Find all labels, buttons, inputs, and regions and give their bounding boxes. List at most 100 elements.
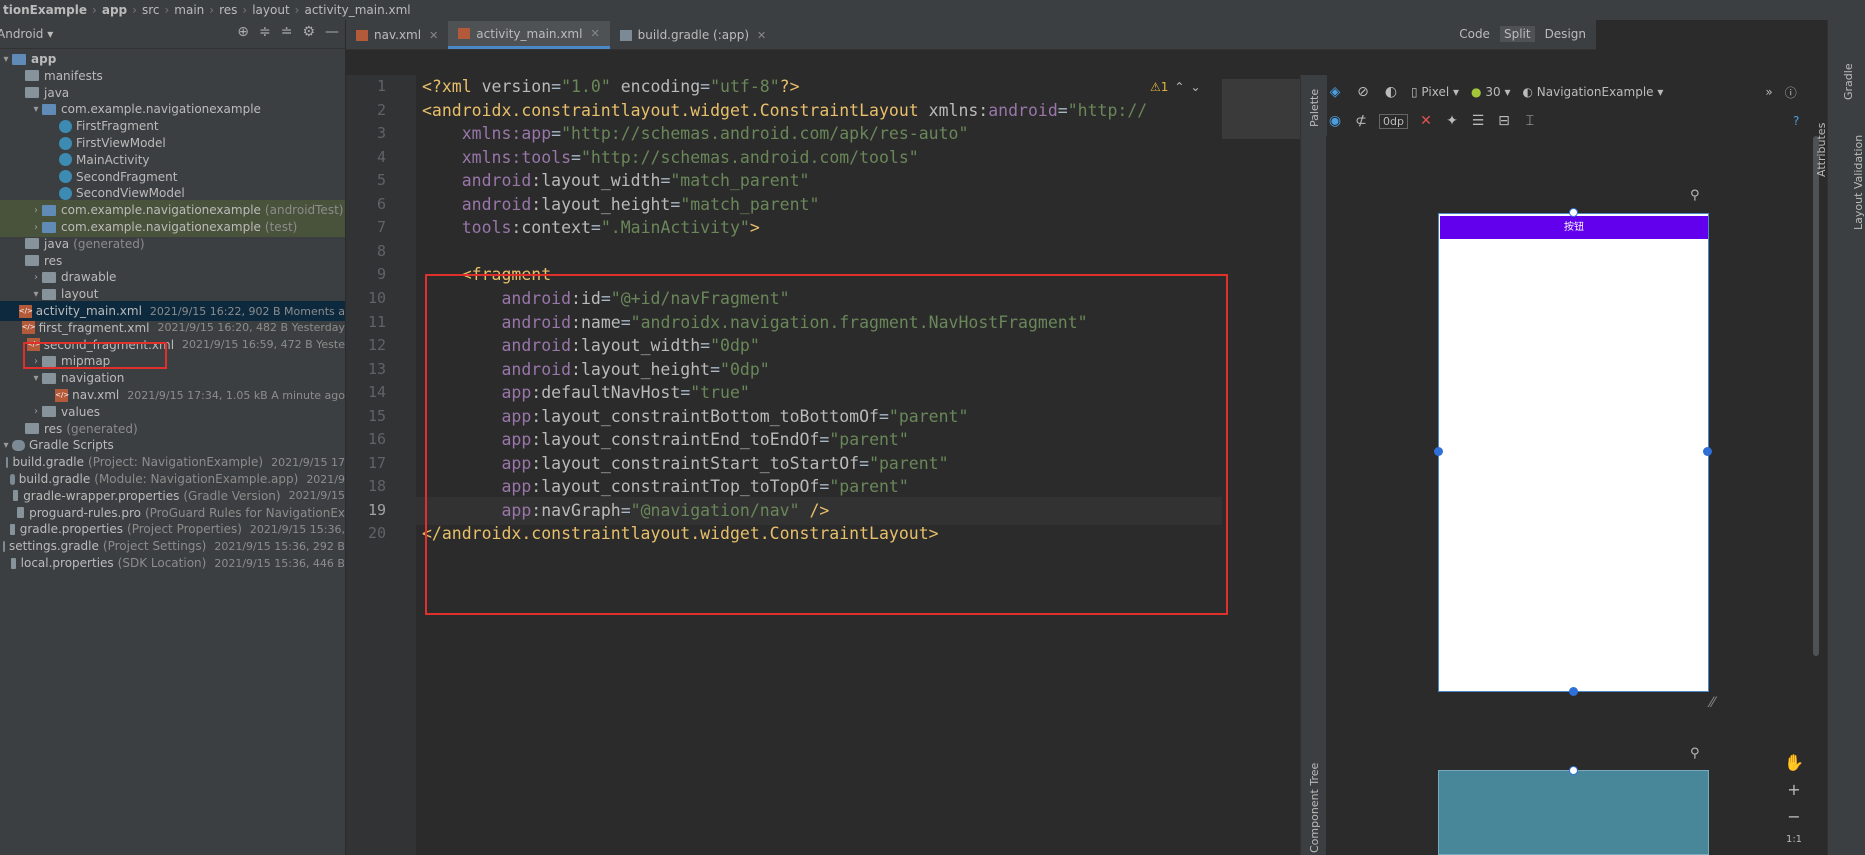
guidelines-icon[interactable]: ⌶ [1522,114,1538,128]
package-icon [42,103,56,115]
breadcrumb-item[interactable]: app [99,3,130,17]
tree-item-label: com.example.navigationexample [61,203,261,218]
default-margin[interactable]: 0dp [1379,113,1408,129]
package-icon [42,204,56,216]
more-icon[interactable]: » [1765,85,1772,99]
theme-selector[interactable]: ◐ NavigationExample ▾ [1522,85,1663,99]
view-mode-design[interactable]: Design [1541,26,1590,42]
tree-item-qualifier: (Project: NavigationExample) [88,455,264,470]
line-number: 12 [367,336,386,355]
gradle-icon [9,473,15,485]
close-icon[interactable]: ✕ [757,29,766,42]
expand-arrow-icon[interactable]: › [30,222,42,233]
code-token: ".MainActivity" [600,218,750,238]
expand-arrow-icon[interactable]: ▾ [30,289,42,300]
orientation-icon[interactable]: ⊘ [1355,85,1371,99]
attributes-tab[interactable]: Attributes [1815,123,1828,177]
expand-arrow-icon[interactable]: ▾ [0,440,12,451]
breadcrumb-item[interactable]: src [139,3,163,17]
device-preview[interactable] [1438,213,1709,692]
bottom-constraint-handle[interactable] [1569,687,1578,696]
pan-icon[interactable]: ✋ [1784,753,1804,772]
xml-icon: </> [55,388,69,402]
component-tree-tab[interactable]: Component Tree [1308,763,1321,853]
left-constraint-handle[interactable] [1434,447,1443,456]
tree-item[interactable]: local.properties (SDK Location) 2021/9/15 … [0,553,345,573]
right-constraint-handle[interactable] [1703,447,1712,456]
infer-constraints-icon[interactable]: ✦ [1444,114,1460,128]
clear-constraints-icon[interactable]: ✕ [1418,114,1434,128]
breadcrumb-item[interactable]: tionExample [0,3,90,17]
design-scrollbar[interactable] [1813,136,1819,656]
palette-tab[interactable]: Palette [1308,89,1321,127]
inspection-widget[interactable]: ⚠1 ⌃ ⌄ [1150,80,1201,94]
project-view-selector[interactable]: Android ▾ [0,27,53,41]
chevron-up-icon[interactable]: ⌃ [1174,80,1184,94]
tree-item-meta: 2021/9/15 16:22, 902 B Moments a [149,304,345,318]
folder-icon [42,406,56,418]
editor-tab[interactable]: activity_main.xml ✕ [448,21,610,49]
zoom-fit-label[interactable]: 1:1 [1786,834,1802,845]
gradle-tab[interactable]: Gradle [1842,63,1855,100]
line-number: 2 [376,100,386,119]
wrench-icon-blueprint[interactable]: ⚲ [1690,746,1700,761]
code-token: ?> [779,77,800,96]
tree-item-qualifier: (Project Properties) [127,522,242,537]
resize-icon[interactable]: ⁄⁄ [1710,695,1715,711]
tree-item-label: FirstFragment [76,119,159,134]
breadcrumb-item[interactable]: activity_main.xml [301,3,413,17]
hide-icon[interactable]: — [325,24,339,40]
blueprint-top-handle[interactable] [1569,766,1578,775]
expand-arrow-icon[interactable]: ▾ [0,54,12,65]
expand-arrow-icon[interactable]: › [30,272,42,283]
tree-item-qualifier: (Module: NavigationExample.app) [94,472,299,486]
zoom-out-icon[interactable]: − [1787,807,1800,826]
code-minimap[interactable] [1222,79,1300,139]
close-icon[interactable]: ✕ [429,29,438,42]
highlight-box-activity-main [23,342,167,369]
breadcrumb-separator: › [92,3,97,17]
locate-icon[interactable]: ⊕ [237,24,249,40]
blueprint-preview[interactable] [1438,770,1709,855]
layout-validation-tab[interactable]: Layout Validation [1852,135,1865,230]
code-line[interactable]: tools:context=".MainActivity"> [422,214,760,242]
code-token: :context [511,218,591,238]
close-icon[interactable]: ✕ [590,27,599,40]
editor-tab[interactable]: build.gradle (:app) ✕ [610,21,777,49]
preview-button[interactable]: 按钮 [1440,216,1708,239]
editor-tab[interactable]: nav.xml ✕ [346,21,448,49]
eye-icon[interactable]: ◉ [1327,114,1343,128]
zoom-in-icon[interactable]: + [1787,780,1800,799]
pack-icon[interactable]: ☰ [1470,114,1486,128]
expand-arrow-icon[interactable]: ▾ [30,104,42,115]
breadcrumb-item[interactable]: layout [249,3,292,17]
top-constraint-handle[interactable] [1569,208,1578,217]
wrench-icon[interactable]: ⚲ [1690,188,1700,203]
warning-count[interactable]: ⚠1 [1150,80,1168,94]
line-number: 7 [376,218,386,237]
gear-icon[interactable]: ⚙ [302,24,315,40]
chevron-down-icon[interactable]: ⌄ [1190,80,1200,94]
view-mode-split[interactable]: Split [1499,26,1535,42]
expand-all-icon[interactable]: ≑ [259,24,271,40]
api-selector[interactable]: ● 30 ▾ [1471,85,1510,99]
layers-icon[interactable]: ◈ [1327,85,1343,99]
info-icon[interactable]: ⓘ [1785,84,1797,101]
expand-arrow-icon[interactable]: › [30,406,42,417]
tree-item-qualifier: (generated) [66,421,138,436]
device-selector[interactable]: ▯ Pixel ▾ [1411,85,1459,99]
night-mode-icon[interactable]: ◐ [1383,85,1399,99]
align-icon[interactable]: ⊟ [1496,114,1512,128]
expand-arrow-icon[interactable]: ▾ [30,373,42,384]
breadcrumb-item[interactable]: main [171,3,207,17]
expand-arrow-icon[interactable]: › [30,205,42,216]
collapse-all-icon[interactable]: ≐ [281,24,293,40]
help-icon[interactable]: ? [1793,114,1799,128]
magnet-icon[interactable]: ⊄ [1353,114,1369,128]
view-mode-code[interactable]: Code [1455,26,1494,42]
breadcrumb-item[interactable]: res [216,3,240,17]
code-token: = [551,77,562,96]
tab-label: build.gradle (:app) [637,28,750,42]
